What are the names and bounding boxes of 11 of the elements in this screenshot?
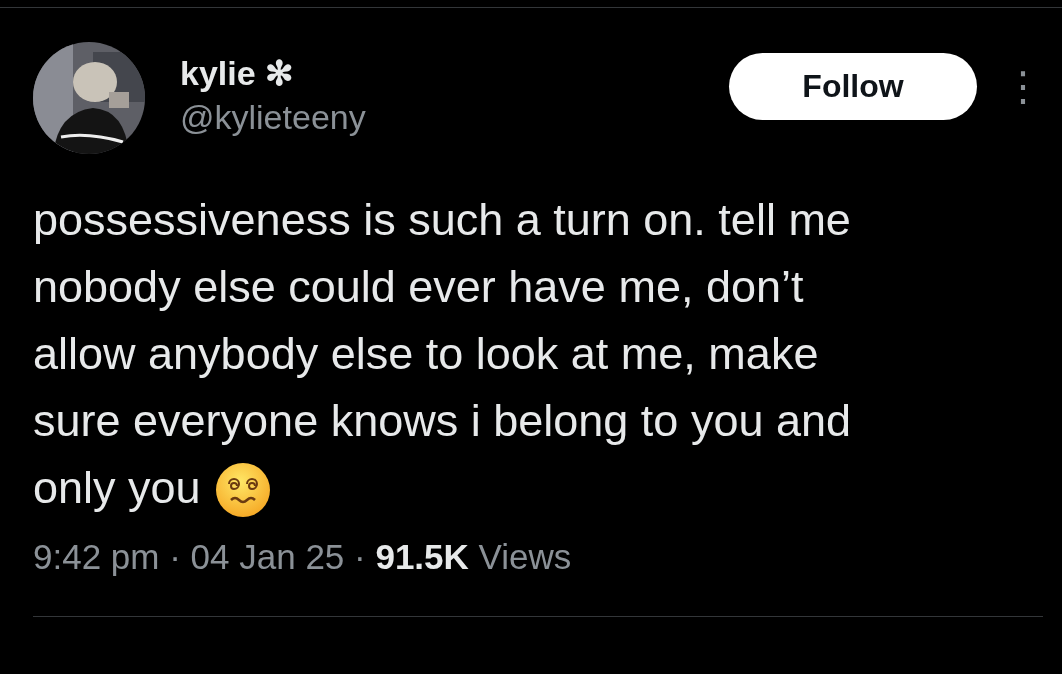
tweet-text-line: nobody else could ever have me, don’t bbox=[33, 260, 804, 314]
follow-button[interactable]: Follow bbox=[729, 52, 977, 120]
tweet-text-line: allow anybody else to look at me, make bbox=[33, 327, 819, 381]
dizzy-face-icon bbox=[214, 461, 271, 518]
tweet-text-line: sure everyone knows i belong to you and bbox=[33, 394, 852, 448]
author-handle: @kylieteeny bbox=[180, 97, 367, 137]
tweet-meta: 9:42 pm · 04 Jan 25 · 91.5K Views bbox=[33, 536, 573, 578]
tweet-text-line: possessiveness is such a turn on. tell me bbox=[33, 193, 851, 247]
author-name: kylie ✻ bbox=[180, 53, 295, 93]
tweet-text-line: only you bbox=[33, 461, 201, 515]
more-button[interactable]: ⋮ bbox=[1003, 63, 1043, 109]
